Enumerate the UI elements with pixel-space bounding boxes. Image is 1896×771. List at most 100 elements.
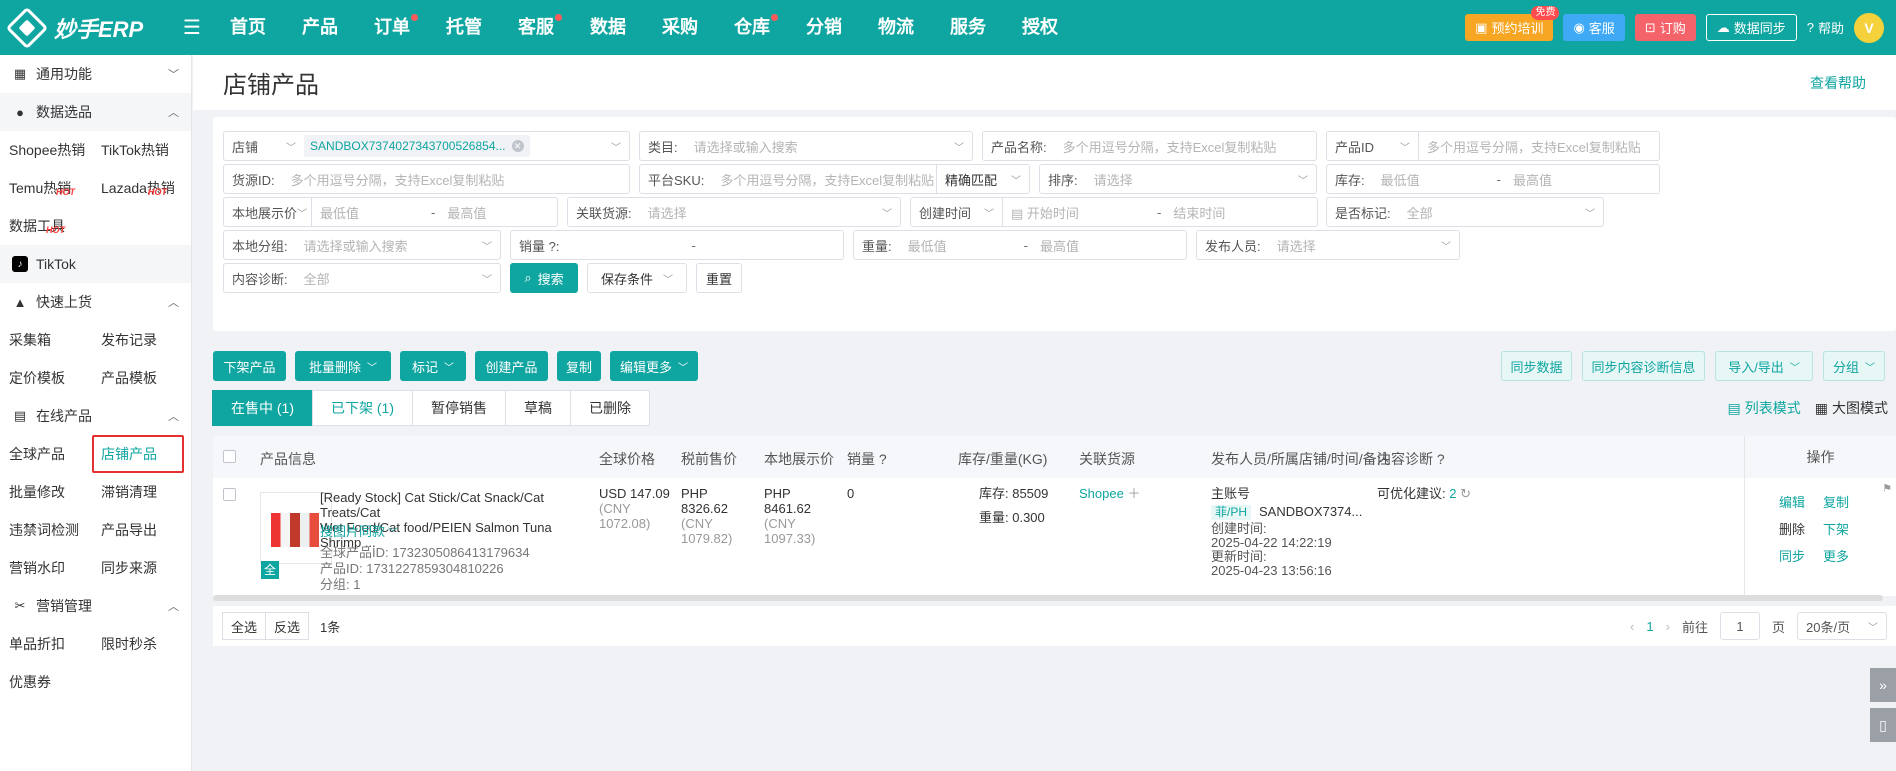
- tab-1[interactable]: 已下架 (1): [312, 390, 413, 426]
- plus-icon[interactable]: ＋: [1124, 486, 1140, 501]
- nav-item-10[interactable]: 服务: [932, 0, 1004, 55]
- sidebar-item[interactable]: TikTok热销: [92, 131, 184, 169]
- sidebar-item[interactable]: 批量修改: [0, 473, 92, 511]
- sync-data-button[interactable]: 同步数据: [1501, 351, 1572, 381]
- nav-item-11[interactable]: 授权: [1004, 0, 1076, 55]
- delist-products-button[interactable]: 下架产品: [213, 351, 286, 381]
- sidebar-item[interactable]: 数据工具 HOT: [0, 207, 92, 245]
- sidebar-item-shop-products[interactable]: 店铺产品: [92, 435, 184, 473]
- content-diagnosis-filter[interactable]: 内容诊断: 全部 ﹀: [223, 263, 501, 293]
- import-export-button[interactable]: 导入/导出 ﹀: [1715, 351, 1813, 381]
- linked-source-filter[interactable]: 关联货源: 请选择 ﹀: [567, 197, 901, 227]
- source-id-filter[interactable]: 货源ID: 多个用逗号分隔，支持Excel复制粘贴: [223, 164, 630, 194]
- create-time-filter[interactable]: 创建时间 ﹀ ▤ 开始时间 - 结束时间: [910, 197, 1318, 227]
- sync-link[interactable]: 同步: [1779, 546, 1805, 565]
- nav-item-2[interactable]: 订单: [356, 0, 428, 55]
- batch-delete-button[interactable]: 批量删除 ﹀: [295, 351, 391, 381]
- weight-filter[interactable]: 重量: 最低值 - 最高值: [853, 230, 1187, 260]
- nav-item-9[interactable]: 物流: [860, 0, 932, 55]
- flag-icon[interactable]: ⚑: [1882, 482, 1892, 495]
- sidebar-item[interactable]: 产品模板: [92, 359, 184, 397]
- next-page-icon[interactable]: ›: [1666, 619, 1670, 634]
- sidebar-section-quick-upload[interactable]: ▲ 快速上货 ︿: [0, 283, 191, 321]
- sort-filter[interactable]: 排序: 请选择 ﹀: [1039, 164, 1317, 194]
- help-link[interactable]: ? 帮助: [1807, 18, 1844, 37]
- tab-4[interactable]: 已删除: [570, 390, 650, 426]
- stock-filter[interactable]: 库存: 最低值 - 最高值: [1326, 164, 1660, 194]
- tab-2[interactable]: 暂停销售: [412, 390, 506, 426]
- edit-more-button[interactable]: 编辑更多 ﹀: [610, 351, 698, 381]
- tab-3[interactable]: 草稿: [505, 390, 571, 426]
- exact-match-select[interactable]: 精确匹配 ﹀: [935, 165, 1029, 193]
- create-product-button[interactable]: 创建产品: [475, 351, 548, 381]
- sidebar-item[interactable]: 优惠券: [0, 663, 92, 701]
- page-size-select[interactable]: 20条/页 ﹀: [1797, 612, 1887, 640]
- brand-logo[interactable]: 妙手ERP: [0, 6, 170, 49]
- avatar[interactable]: V: [1854, 12, 1884, 43]
- goto-page-input[interactable]: 1: [1719, 612, 1760, 640]
- local-group-filter[interactable]: 本地分组: 请选择或输入搜索 ﹀: [223, 230, 501, 260]
- sidebar-item[interactable]: 同步来源: [92, 549, 184, 587]
- row-checkbox[interactable]: [223, 488, 236, 501]
- sidebar-item[interactable]: 采集箱: [0, 321, 92, 359]
- copy-link[interactable]: 复制: [1823, 492, 1849, 511]
- platform-sku-filter[interactable]: 平台SKU: 多个用逗号分隔，支持Excel复制粘贴 精确匹配 ﹀: [639, 164, 1030, 194]
- save-conditions-button[interactable]: 保存条件 ﹀: [587, 263, 687, 293]
- category-filter[interactable]: 类目: 请选择或输入搜索 ﹀: [639, 131, 973, 161]
- mobile-icon[interactable]: ▯: [1870, 708, 1896, 742]
- sales-filter[interactable]: 销量 ?: -: [510, 230, 844, 260]
- nav-item-7[interactable]: 仓库: [716, 0, 788, 55]
- sidebar-section-general[interactable]: ▦ 通用功能 ﹀: [0, 55, 191, 93]
- edit-link[interactable]: 编辑: [1779, 492, 1805, 511]
- grid-mode-button[interactable]: ▦ 大图模式: [1815, 398, 1888, 418]
- marked-filter[interactable]: 是否标记: 全部 ﹀: [1326, 197, 1604, 227]
- sidebar-item[interactable]: 发布记录: [92, 321, 184, 359]
- product-id-filter[interactable]: 产品ID ﹀ 多个用逗号分隔，支持Excel复制粘贴: [1326, 131, 1660, 161]
- group-button[interactable]: 分组 ﹀: [1823, 351, 1885, 381]
- select-all-button[interactable]: 全选: [222, 612, 267, 640]
- order-button[interactable]: ⊡ 订购: [1634, 14, 1696, 41]
- nav-item-4[interactable]: 客服: [500, 0, 572, 55]
- refresh-icon[interactable]: ↻: [1460, 486, 1471, 501]
- shop-filter[interactable]: 店铺 ﹀ SANDBOX7374027343700526854... ✕ ﹀: [223, 131, 630, 161]
- reset-button[interactable]: 重置: [696, 263, 742, 293]
- sidebar-item[interactable]: 违禁词检测: [0, 511, 92, 549]
- sidebar-item[interactable]: Shopee热销: [0, 131, 92, 169]
- diagnosis-count[interactable]: 2: [1449, 486, 1456, 501]
- sidebar-item[interactable]: 滞销清理: [92, 473, 184, 511]
- copy-button[interactable]: 复制: [557, 351, 601, 381]
- mark-button[interactable]: 标记 ﹀: [400, 351, 466, 381]
- sidebar-section-marketing[interactable]: ✂ 营销管理 ︿: [0, 587, 191, 625]
- nav-item-8[interactable]: 分销: [788, 0, 860, 55]
- sidebar-section-data-select[interactable]: ● 数据选品 ︿: [0, 93, 191, 131]
- delete-link[interactable]: 删除: [1779, 519, 1805, 538]
- sidebar-item[interactable]: Lazada热销 HOT: [92, 169, 184, 207]
- close-icon[interactable]: ✕: [511, 140, 524, 152]
- sync-diagnosis-button[interactable]: 同步内容诊断信息: [1582, 351, 1705, 381]
- sidebar-item[interactable]: 营销水印: [0, 549, 92, 587]
- create-time-select[interactable]: 创建时间 ﹀: [911, 198, 1003, 226]
- publisher-filter[interactable]: 发布人员: 请选择 ﹀: [1196, 230, 1460, 260]
- sidebar-section-tiktok[interactable]: ♪ TikTok: [0, 245, 191, 283]
- collapse-icon[interactable]: »: [1870, 668, 1896, 702]
- sidebar-section-online-products[interactable]: ▤ 在线产品 ︿: [0, 397, 191, 435]
- tab-0[interactable]: 在售中 (1): [212, 390, 313, 426]
- sidebar-item[interactable]: Temu热销 HOT: [0, 169, 92, 207]
- more-link[interactable]: 更多: [1823, 546, 1849, 565]
- sidebar-item[interactable]: 单品折扣: [0, 625, 92, 663]
- horizontal-scrollbar[interactable]: [213, 595, 1883, 601]
- delist-link[interactable]: 下架: [1823, 519, 1849, 538]
- nav-item-6[interactable]: 采购: [644, 0, 716, 55]
- invert-selection-button[interactable]: 反选: [265, 612, 310, 640]
- training-button[interactable]: ▣ 预约培训 免费: [1465, 6, 1560, 41]
- page-number[interactable]: 1: [1646, 619, 1653, 634]
- nav-item-5[interactable]: 数据: [572, 0, 644, 55]
- nav-item-0[interactable]: 首页: [212, 0, 284, 55]
- view-help-link[interactable]: 查看帮助: [1810, 73, 1866, 93]
- data-sync-button[interactable]: ☁ 数据同步: [1705, 14, 1797, 41]
- sidebar-item[interactable]: 限时秒杀: [92, 625, 184, 663]
- start-time-input[interactable]: ▤ 开始时间: [1003, 203, 1153, 222]
- menu-toggle-icon[interactable]: ☰: [172, 15, 212, 40]
- sidebar-item[interactable]: 全球产品: [0, 435, 92, 473]
- prev-page-icon[interactable]: ‹: [1630, 619, 1634, 634]
